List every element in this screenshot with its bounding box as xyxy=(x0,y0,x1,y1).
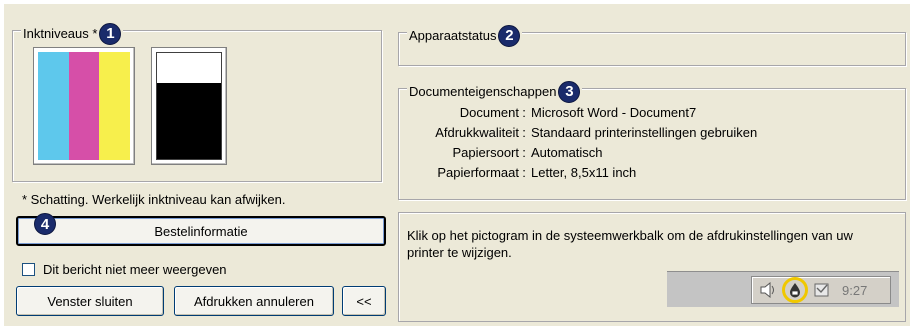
ink-levels-legend: Inktniveaus * 1 xyxy=(21,23,124,45)
dont-show-again-checkbox[interactable] xyxy=(22,263,35,276)
callout-badge-4: 4 xyxy=(34,213,56,235)
close-window-button-label: Venster sluiten xyxy=(47,293,133,309)
property-label: Papiersoort xyxy=(452,145,519,160)
document-properties-table: Document : Microsoft Word - Document7 Af… xyxy=(407,103,757,183)
callout-badge-3: 3 xyxy=(558,81,581,103)
cancel-printing-button-label: Afdrukken annuleren xyxy=(194,293,314,309)
property-label: Document xyxy=(459,105,519,120)
order-info-button[interactable]: Bestelinformatie xyxy=(16,216,386,246)
document-properties-group: Documenteigenschappen 3 Document : Micro… xyxy=(398,81,906,200)
system-tray-illustration: 9:27 xyxy=(667,271,899,307)
printer-status-window: Inktniveaus * 1 * Schatting. Werkelijk i… xyxy=(4,4,910,326)
property-value: Automatisch xyxy=(531,145,603,160)
property-label: Afdrukkwaliteit xyxy=(435,125,519,140)
cancel-printing-button[interactable]: Afdrukken annuleren xyxy=(174,286,334,316)
magenta-ink-bar xyxy=(68,52,100,160)
callout-badge-2: 2 xyxy=(498,25,521,47)
property-value: Standaard printerinstellingen gebruiken xyxy=(531,125,758,140)
collapse-button-label: << xyxy=(356,293,372,309)
property-row: Document : Microsoft Word - Document7 xyxy=(407,103,757,123)
dont-show-again-label: Dit bericht niet meer weergeven xyxy=(43,262,227,277)
property-row: Papierformaat : Letter, 8,5x11 inch xyxy=(407,163,757,183)
cyan-ink-bar xyxy=(38,52,69,160)
tray-clock: 9:27 xyxy=(842,282,868,298)
property-label: Papierformaat xyxy=(437,165,519,180)
device-status-title: Apparaatstatus xyxy=(409,28,497,43)
color-cartridge xyxy=(33,47,135,165)
callout-badge-1: 1 xyxy=(99,23,122,45)
close-window-button[interactable]: Venster sluiten xyxy=(16,286,164,316)
printer-tray-icon[interactable] xyxy=(782,277,808,303)
info-text: Klik op het pictogram in de systeemwerkb… xyxy=(407,228,853,260)
ink-levels-group: Inktniveaus * 1 xyxy=(12,23,382,182)
ink-estimate-note: * Schatting. Werkelijk inktniveau kan af… xyxy=(22,192,286,207)
black-ink-level xyxy=(157,82,221,159)
color-ink-bars xyxy=(38,52,131,160)
property-row: Papiersoort : Automatisch xyxy=(407,143,757,163)
document-properties-legend: Documenteigenschappen 3 xyxy=(407,81,583,103)
speaker-icon[interactable] xyxy=(758,280,778,300)
order-info-button-label: Bestelinformatie xyxy=(154,223,248,239)
info-panel: Klik op het pictogram in de systeemwerkb… xyxy=(398,212,906,322)
tray-app-icon[interactable] xyxy=(812,280,832,300)
device-status-group: Apparaatstatus 2 xyxy=(398,25,906,66)
yellow-ink-bar xyxy=(99,52,131,160)
collapse-button[interactable]: << xyxy=(342,286,386,316)
ink-levels-title: Inktniveaus * xyxy=(23,26,98,41)
tray-notification-area: 9:27 xyxy=(751,276,891,304)
property-value: Letter, 8,5x11 inch xyxy=(531,165,637,180)
property-value: Microsoft Word - Document7 xyxy=(531,105,697,120)
property-row: Afdrukkwaliteit : Standaard printerinste… xyxy=(407,123,757,143)
black-cartridge xyxy=(151,47,227,165)
device-status-legend: Apparaatstatus 2 xyxy=(407,25,523,47)
dont-show-again-row[interactable]: Dit bericht niet meer weergeven xyxy=(22,262,227,277)
document-properties-title: Documenteigenschappen xyxy=(409,84,557,99)
